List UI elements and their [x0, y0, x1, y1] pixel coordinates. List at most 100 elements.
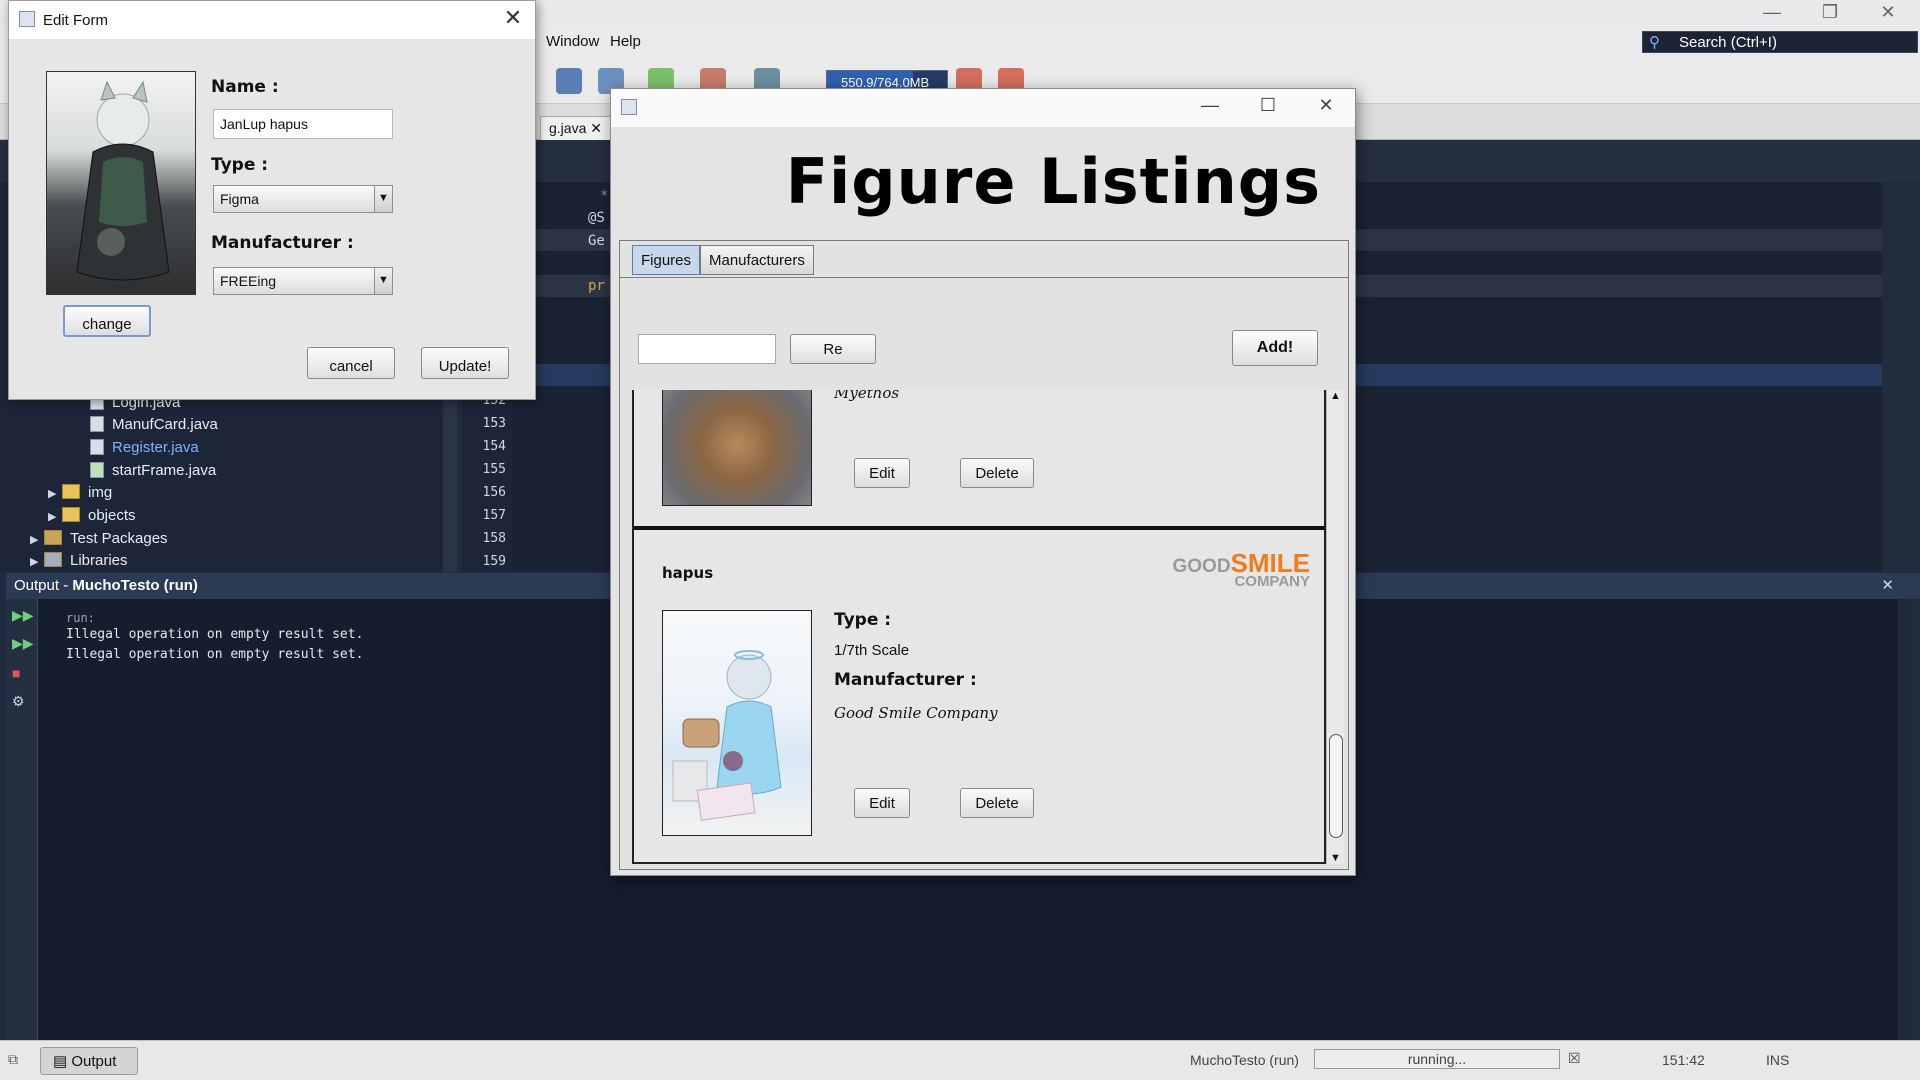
editor-right-gutter [1882, 182, 1920, 572]
expand-arrow-icon[interactable]: ▶ [48, 510, 62, 523]
menu-help[interactable]: Help [610, 33, 641, 50]
rerun-with-params-icon[interactable]: ▶▶ [12, 635, 34, 653]
tab-manufacturers[interactable]: Manufacturers [700, 245, 814, 275]
figure-image [662, 390, 812, 506]
code-fragment: pr [588, 278, 605, 294]
expand-arrow-icon[interactable]: ▶ [30, 555, 44, 568]
line-number: 153 [482, 416, 506, 431]
console-line: Illegal operation on empty result set. [66, 647, 364, 662]
expand-arrow-icon[interactable]: ▶ [30, 533, 44, 546]
manufacturer-select[interactable]: FREEing ▼ [213, 267, 393, 295]
cancel-run-icon[interactable]: ☒ [1568, 1050, 1581, 1067]
refresh-button[interactable]: Re [790, 334, 876, 364]
java-app-icon [19, 11, 35, 27]
edit-button[interactable]: Edit [854, 788, 910, 818]
scroll-down-icon[interactable]: ▼ [1330, 852, 1341, 864]
dialog-title: Edit Form [43, 12, 109, 29]
tabbed-pane: Figures Manufacturers Re Add! Myethos Ed… [619, 240, 1349, 870]
delete-button[interactable]: Delete [960, 788, 1034, 818]
figure-list: Myethos Edit Delete hapus GOODSMILE COMP… [632, 390, 1326, 864]
figure-image [662, 610, 812, 836]
tree-item-test-packages[interactable]: ▶ Test Packages [30, 530, 168, 547]
line-number: 156 [482, 485, 506, 500]
cancel-button[interactable]: cancel [307, 347, 395, 379]
figure-card: hapus GOODSMILE COMPANY Type: 1/7th Sca… [634, 534, 1324, 862]
tree-item-img[interactable]: ▶ img [48, 484, 112, 501]
type-label: Type : [211, 155, 269, 175]
java-app-icon [621, 99, 637, 115]
close-icon[interactable]: ✕ [501, 7, 525, 31]
type-label: Type : [834, 610, 892, 630]
name-label: Name : [211, 77, 279, 97]
close-icon[interactable]: ✕ [1311, 95, 1341, 121]
minimize-icon[interactable]: — [1752, 2, 1792, 23]
minimize-icon[interactable]: — [1195, 95, 1225, 121]
line-number: 157 [482, 508, 506, 523]
figure-list-scrollbar[interactable]: ▲ ▼ [1326, 390, 1344, 864]
type-select[interactable]: Figma ▼ [213, 185, 393, 213]
close-icon[interactable]: ✕ [1868, 2, 1908, 23]
output-side-toolbar: ▶▶ ▶▶ ■ ⚙ [6, 599, 38, 1040]
figure-listings-window: — ☐ ✕ Figure Listings Figures Manufactur… [610, 88, 1356, 876]
libraries-icon [44, 552, 62, 567]
stop-icon[interactable]: ■ [12, 665, 32, 683]
edit-form-titlebar: Edit Form ✕ [9, 1, 535, 39]
settings-icon[interactable]: ⚙ [12, 693, 32, 711]
package-icon [62, 484, 80, 499]
output-scrollbar[interactable] [1898, 599, 1914, 1040]
rerun-icon[interactable]: ▶▶ [12, 607, 34, 625]
delete-button[interactable]: Delete [960, 458, 1034, 488]
console-line: run: [66, 611, 95, 625]
expand-arrow-icon[interactable]: ▶ [48, 487, 62, 500]
maximize-icon[interactable]: ☐ [1253, 95, 1283, 121]
tree-item-objects[interactable]: ▶ objects [48, 507, 136, 524]
caret-position: 151:42 [1662, 1052, 1705, 1068]
java-file-icon [90, 439, 104, 455]
chevron-down-icon[interactable]: ▼ [374, 186, 392, 212]
line-number: 155 [482, 462, 506, 477]
type-value: 1/7th Scale [834, 642, 910, 659]
restore-icon[interactable]: ❐ [1810, 2, 1850, 23]
search-input[interactable] [638, 334, 776, 364]
update-button[interactable]: Update! [421, 347, 509, 379]
menu-window[interactable]: Window [546, 33, 599, 50]
chevron-down-icon[interactable]: ▼ [374, 268, 392, 294]
manufacturer-value: Good Smile Company [834, 704, 998, 722]
restore-window-icon[interactable]: ⧉ [8, 1051, 18, 1068]
running-project: MuchoTesto (run) [1190, 1052, 1299, 1068]
tree-item-register[interactable]: Register.java [90, 439, 199, 456]
search-input[interactable]: ⚲ Search (Ctrl+I) [1642, 31, 1918, 53]
tree-item-libraries[interactable]: ▶ Libraries [30, 552, 128, 569]
page-title: Figure Listings [785, 145, 1321, 218]
name-field[interactable]: JanLup hapus [213, 109, 393, 139]
status-bar: ⧉ ▤ Output MuchoTesto (run) running... ☒… [0, 1040, 1920, 1080]
console-line: Illegal operation on empty result set. [66, 627, 364, 642]
build-icon[interactable] [556, 68, 582, 94]
change-photo-button[interactable]: change [63, 305, 151, 337]
java-file-icon [90, 416, 104, 432]
close-output-icon[interactable]: ✕ [1881, 576, 1894, 594]
editor-tab-java[interactable]: g.java ✕ [540, 116, 611, 140]
tab-figures[interactable]: Figures [632, 245, 701, 275]
line-number: 159 [482, 554, 506, 569]
search-icon: ⚲ [1649, 34, 1660, 51]
manufacturer-label: Manufacturer : [211, 233, 354, 253]
run-progress-bar: running... [1314, 1049, 1560, 1069]
java-main-file-icon [90, 462, 104, 478]
tree-item-manufcard[interactable]: ManufCard.java [90, 416, 218, 433]
edit-button[interactable]: Edit [854, 458, 910, 488]
manufacturer-label: Manufacturer : [834, 670, 977, 690]
figure-listings-titlebar: — ☐ ✕ [611, 89, 1355, 127]
code-fragment: @S [588, 210, 605, 226]
scroll-up-icon[interactable]: ▲ [1330, 390, 1341, 402]
figure-photo [46, 71, 196, 295]
tree-item-startframe[interactable]: startFrame.java [90, 462, 216, 479]
output-icon: ▤ [53, 1053, 72, 1070]
line-number: 154 [482, 439, 506, 454]
add-button[interactable]: Add! [1232, 330, 1318, 366]
scrollbar-thumb[interactable] [1329, 734, 1343, 838]
search-placeholder: Search (Ctrl+I) [1679, 34, 1777, 51]
output-tab[interactable]: ▤ Output [40, 1047, 138, 1075]
code-fragment: Ge [588, 233, 605, 249]
manufacturer-value: Myethos [834, 390, 900, 402]
